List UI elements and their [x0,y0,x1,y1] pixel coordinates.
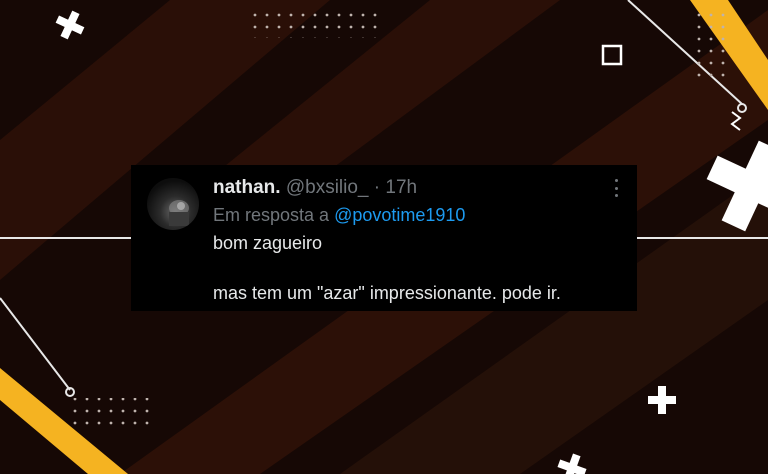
more-vertical-icon[interactable] [613,179,619,197]
avatar[interactable] [147,178,199,230]
timestamp[interactable]: 17h [385,177,417,198]
dot-grid-top [252,8,378,38]
reply-mention-link[interactable]: @povotime1910 [334,205,465,225]
dot-grid-bottom [72,398,152,428]
reply-context: Em resposta a @povotime1910 [213,203,465,227]
tweet-text: bom zagueiro mas tem um "azar" impressio… [213,231,623,305]
display-name[interactable]: nathan. [213,177,281,198]
dot-grid-right [694,8,728,84]
tweet-text-line: bom zagueiro [213,233,323,253]
tweet-text-line: mas tem um "azar" impressionante. pode i… [213,283,561,303]
user-handle[interactable]: @bxsilio_ [286,177,369,198]
tweet-header: nathan. @bxsilio_ · 17h [213,176,417,200]
reply-prefix: Em resposta a [213,205,330,225]
separator: · [373,177,381,198]
tweet-card[interactable]: nathan. @bxsilio_ · 17h Em resposta a @p… [131,165,637,311]
